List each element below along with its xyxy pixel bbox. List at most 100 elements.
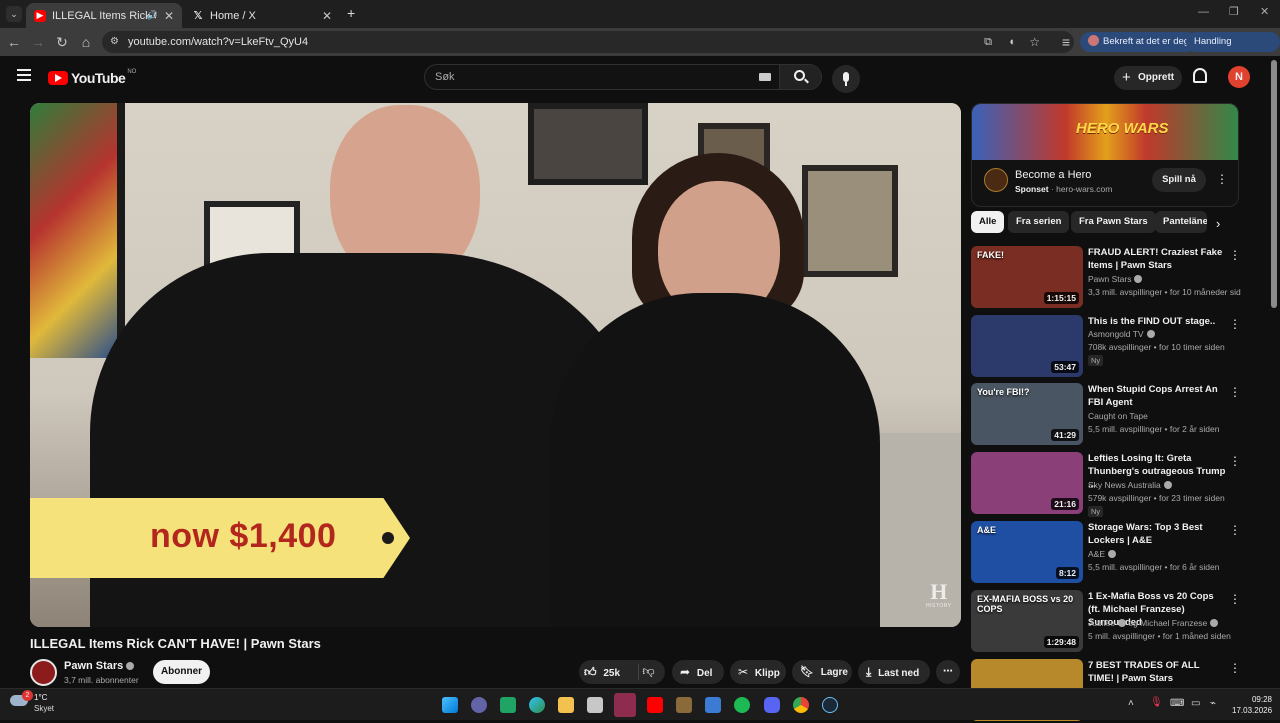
- clock[interactable]: 09:28 17.03.2026: [1232, 694, 1272, 716]
- ad-more-icon[interactable]: ⋮: [1216, 172, 1228, 186]
- channel-avatar[interactable]: [30, 659, 57, 686]
- audio-playing-icon[interactable]: 🔊: [147, 10, 158, 21]
- recommendation-item[interactable]: You're FBI!? 41:29 When Stupid Cops Arrest…: [971, 383, 1243, 447]
- video-thumbnail[interactable]: FAKE! 1:15:15: [971, 246, 1083, 308]
- recommendation-item[interactable]: 21:16 Lefties Losing It: Greta Thunberg's…: [971, 452, 1243, 517]
- steam-icon[interactable]: [822, 697, 838, 713]
- download-button[interactable]: ⤓ Last ned: [858, 660, 930, 684]
- edge-icon[interactable]: [529, 697, 545, 713]
- video-thumbnail[interactable]: A&E 8:12: [971, 521, 1083, 583]
- sponsored-ad-card[interactable]: HERO WARS Become a Hero Sponset · hero-w…: [971, 103, 1239, 207]
- chip-from-series[interactable]: Fra serien: [1008, 211, 1070, 233]
- more-vert-icon[interactable]: ⋮: [1229, 523, 1241, 537]
- action-required-pill[interactable]: Handling påkrevd⋮: [1186, 32, 1280, 67]
- subscribe-button[interactable]: Abonner: [153, 660, 210, 684]
- video-thumbnail[interactable]: 53:47: [971, 315, 1083, 377]
- page-scrollbar[interactable]: [1271, 60, 1277, 308]
- close-window-icon[interactable]: ✕: [1260, 5, 1269, 18]
- install-app-icon[interactable]: ⧉: [984, 31, 992, 53]
- more-vert-icon[interactable]: ⋮: [1229, 454, 1241, 468]
- account-avatar[interactable]: N: [1228, 66, 1250, 88]
- clip-button[interactable]: ✂ Klipp: [730, 660, 786, 684]
- close-tab-icon[interactable]: ✕: [164, 9, 174, 23]
- search-box[interactable]: Søk: [424, 64, 822, 90]
- menu-hamburger-icon[interactable]: [17, 69, 31, 81]
- tab-x[interactable]: 𝕏 Home / X ✕: [184, 3, 340, 28]
- reading-list-icon[interactable]: ≡: [1058, 34, 1074, 50]
- channel-name[interactable]: Pawn Stars: [64, 660, 135, 672]
- more-vert-icon[interactable]: ⋮: [1229, 317, 1241, 331]
- store-icon[interactable]: [587, 697, 603, 713]
- video-thumbnail[interactable]: EX-MAFIA BOSS vs 20 COPS 1:29:48: [971, 590, 1083, 652]
- channel-name[interactable]: Caught on Tape: [1088, 411, 1148, 421]
- ad-cta-button[interactable]: Spill nå: [1152, 168, 1206, 192]
- chips-next-icon[interactable]: ›: [1216, 216, 1220, 231]
- back-arrow-icon[interactable]: ←: [6, 34, 22, 50]
- search-button[interactable]: [779, 65, 821, 89]
- voice-search-button[interactable]: [832, 65, 860, 93]
- more-vert-icon[interactable]: ⋮: [1229, 385, 1241, 399]
- address-bar[interactable]: ⚙ youtube.com/watch?v=LkeFtv_QyU4 ⧉ ◐ ☆: [102, 31, 1074, 53]
- tracking-protection-icon[interactable]: ◐: [1009, 31, 1016, 53]
- more-actions-button[interactable]: ⋯: [936, 660, 960, 684]
- dislike-button[interactable]: 👎︎: [638, 664, 658, 680]
- app-brown-icon[interactable]: [676, 697, 692, 713]
- channel-name[interactable]: Pawn Stars: [1088, 274, 1143, 284]
- youtube-logo[interactable]: YouTube NO: [48, 69, 136, 87]
- more-vert-icon[interactable]: ⋮: [1229, 248, 1241, 262]
- create-button[interactable]: + Opprett: [1114, 66, 1182, 90]
- active-app-icon[interactable]: [614, 693, 636, 717]
- notifications-bell-icon[interactable]: [1193, 68, 1207, 83]
- channel-name[interactable]: A&E: [1088, 549, 1117, 559]
- verify-identity-pill[interactable]: Bekreft at det er deg: [1080, 32, 1198, 52]
- chrome-icon[interactable]: [793, 697, 809, 713]
- recommendation-item[interactable]: A&E 8:12 Storage Wars: Top 3 Best Lockers …: [971, 521, 1243, 585]
- save-button[interactable]: 🔖︎ Lagre: [792, 660, 852, 684]
- new-tab-button[interactable]: +: [347, 5, 355, 21]
- share-button[interactable]: ➦ Del: [672, 660, 724, 684]
- video-player[interactable]: now $1,400 H HISTORY: [30, 103, 961, 627]
- mail-icon[interactable]: [705, 697, 721, 713]
- video-title[interactable]: 7 BEST TRADES OF ALL TIME! | Pawn Stars: [1088, 659, 1226, 685]
- youtube-app-icon[interactable]: [647, 697, 663, 713]
- file-explorer-icon[interactable]: [558, 697, 574, 713]
- reload-icon[interactable]: ↻: [54, 34, 70, 50]
- recommendation-item[interactable]: 53:47 This is the FIND OUT stage.. Asmongo…: [971, 315, 1243, 379]
- tab-search-button[interactable]: ⌄: [6, 6, 22, 22]
- monitor-tray-icon[interactable]: ▭: [1191, 698, 1200, 709]
- keyboard-tray-icon[interactable]: ⌨: [1170, 698, 1184, 709]
- like-button[interactable]: 👍︎ 25k: [584, 665, 620, 680]
- video-thumbnail[interactable]: 21:16: [971, 452, 1083, 514]
- microphone-tray-icon[interactable]: 🎙︎: [1150, 697, 1163, 708]
- close-tab-icon[interactable]: ✕: [322, 9, 332, 23]
- video-title[interactable]: When Stupid Cops Arrest An FBI Agent: [1088, 383, 1226, 409]
- chip-from-pawn-stars[interactable]: Fra Pawn Stars: [1071, 211, 1156, 233]
- discord-icon[interactable]: [764, 697, 780, 713]
- restore-window-icon[interactable]: ❐: [1229, 5, 1239, 18]
- more-vert-icon[interactable]: ⋮: [1229, 661, 1241, 675]
- more-vert-icon[interactable]: ⋮: [1229, 592, 1241, 606]
- search-input[interactable]: Søk: [435, 71, 455, 83]
- spotify-icon[interactable]: [734, 697, 750, 713]
- channel-name[interactable]: Jubilee og Michael Franzese: [1088, 618, 1219, 628]
- channel-name[interactable]: Asmongold TV: [1088, 329, 1155, 339]
- chip-all[interactable]: Alle: [971, 211, 1005, 233]
- teams-icon[interactable]: [471, 697, 487, 713]
- video-title[interactable]: Storage Wars: Top 3 Best Lockers | A&E: [1088, 521, 1226, 547]
- recommendation-item[interactable]: FAKE! 1:15:15 FRAUD ALERT! Craziest Fake I…: [971, 246, 1243, 310]
- tab-youtube[interactable]: ▶ ILLEGAL Items Rick CAN'T H 🔊 ✕: [26, 3, 182, 28]
- channel-name[interactable]: Sky News Australia: [1088, 480, 1172, 490]
- chip-pawn[interactable]: Panteläne: [1155, 211, 1207, 233]
- tray-chevron-icon[interactable]: ˄: [1128, 698, 1134, 709]
- video-thumbnail[interactable]: You're FBI!? 41:29: [971, 383, 1083, 445]
- video-title[interactable]: This is the FIND OUT stage..: [1088, 315, 1226, 328]
- start-windows-icon[interactable]: [442, 697, 458, 713]
- minimize-window-icon[interactable]: —: [1198, 6, 1209, 18]
- home-icon[interactable]: ⌂: [78, 34, 94, 50]
- forward-arrow-icon[interactable]: →: [30, 34, 46, 50]
- site-info-icon[interactable]: ⚙: [110, 31, 119, 53]
- app-green-icon[interactable]: [500, 697, 516, 713]
- bookmark-star-icon[interactable]: ☆: [1029, 31, 1040, 53]
- recommendation-item[interactable]: EX-MAFIA BOSS vs 20 COPS 1:29:48 1 Ex-Mafi…: [971, 590, 1243, 654]
- video-title[interactable]: FRAUD ALERT! Craziest Fake Items | Pawn …: [1088, 246, 1226, 272]
